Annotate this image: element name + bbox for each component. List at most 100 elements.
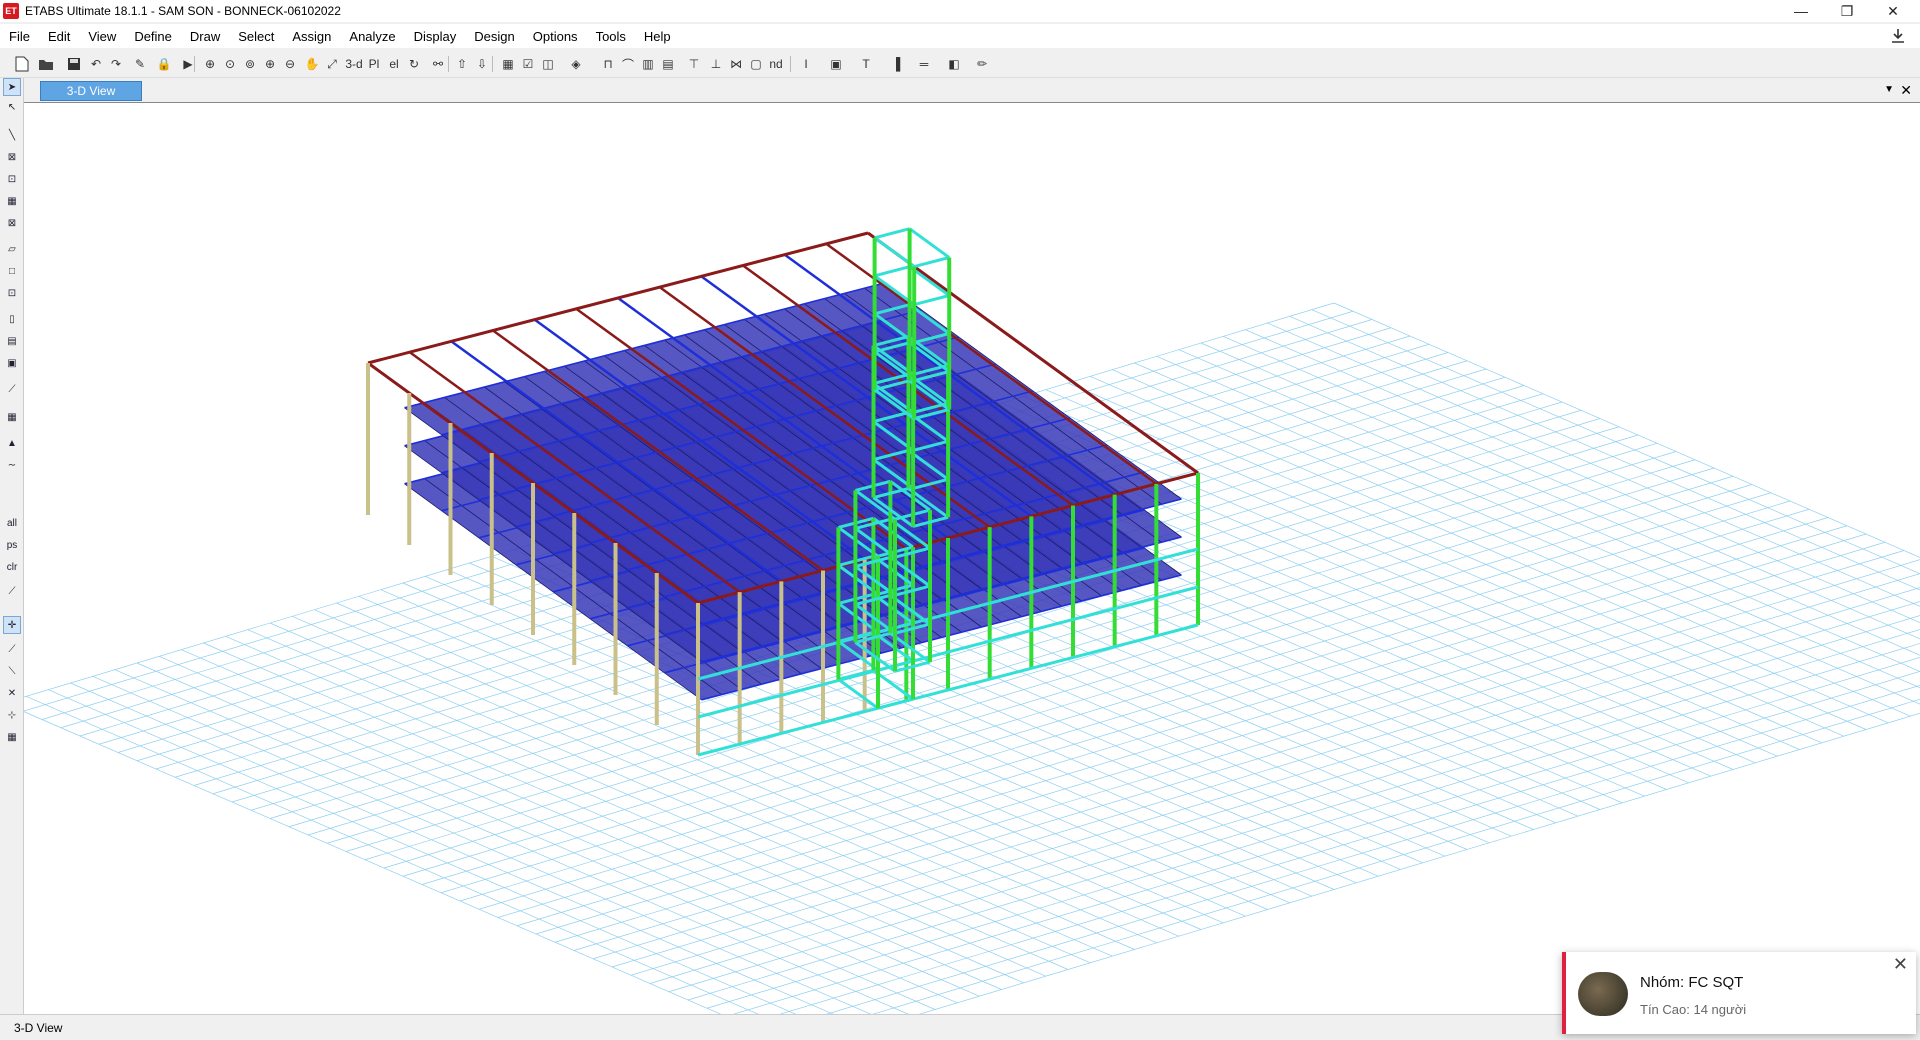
select-all-button[interactable]: all bbox=[3, 514, 21, 532]
wall-stack-icon[interactable]: ▤ bbox=[3, 332, 21, 350]
frame-icon[interactable]: ⊓ bbox=[598, 54, 618, 74]
menu-analyze[interactable]: Analyze bbox=[340, 29, 404, 44]
check-icon[interactable]: ☑ bbox=[518, 54, 538, 74]
model-viewport-3d[interactable] bbox=[24, 102, 1920, 1014]
snap-grid-icon[interactable]: ▦ bbox=[3, 728, 21, 746]
menu-select[interactable]: Select bbox=[229, 29, 283, 44]
menu-assign[interactable]: Assign bbox=[283, 29, 340, 44]
draw-area-icon[interactable]: ▱ bbox=[3, 240, 21, 258]
intersect-icon[interactable]: ⟋ bbox=[3, 582, 21, 600]
menu-draw[interactable]: Draw bbox=[181, 29, 229, 44]
joint-icon[interactable]: ⊥ bbox=[706, 54, 726, 74]
snap-intersect-icon[interactable]: ✕ bbox=[3, 684, 21, 702]
braces-icon[interactable]: ⊠ bbox=[3, 214, 21, 232]
snap-line-icon[interactable]: ⟋ bbox=[3, 640, 21, 658]
close-tab-icon[interactable]: ✕ bbox=[1900, 82, 1912, 99]
notification-toast[interactable]: Nhóm: FC SQT Tín Cao: 14 người ✕ bbox=[1562, 952, 1916, 1034]
move-up-icon[interactable]: ⇧ bbox=[452, 54, 472, 74]
menu-file[interactable]: File bbox=[0, 29, 39, 44]
menu-design[interactable]: Design bbox=[465, 29, 523, 44]
reshape-icon[interactable]: ↖ bbox=[3, 98, 21, 116]
grid-icon[interactable]: ▦ bbox=[3, 408, 21, 426]
elevation-view-button[interactable]: el bbox=[384, 54, 404, 74]
frame-forces-icon[interactable]: ⊤ bbox=[684, 54, 704, 74]
wave-icon[interactable]: ∼ bbox=[3, 456, 21, 474]
nd-button[interactable]: nd bbox=[766, 54, 786, 74]
close-window-button[interactable]: ✕ bbox=[1870, 0, 1916, 22]
rotate-icon[interactable]: ↻ bbox=[404, 54, 424, 74]
quick-draw-icon[interactable]: ⊠ bbox=[3, 148, 21, 166]
open-icon[interactable] bbox=[36, 54, 56, 74]
snap-perp-icon[interactable]: ⟍ bbox=[3, 662, 21, 680]
new-model-icon[interactable] bbox=[12, 54, 32, 74]
zoom-window-icon[interactable]: ⊕ bbox=[200, 54, 220, 74]
undo-icon[interactable]: ↶ bbox=[86, 54, 106, 74]
menu-tools[interactable]: Tools bbox=[587, 29, 635, 44]
snap-mid-icon[interactable]: ⊹ bbox=[3, 706, 21, 724]
section-cut-icon[interactable]: ▤ bbox=[658, 54, 678, 74]
shells-icon[interactable]: ▥ bbox=[638, 54, 658, 74]
secondary-beams-icon[interactable]: ▦ bbox=[3, 192, 21, 210]
tab-list-icon[interactable]: ▼ bbox=[1884, 84, 1894, 95]
pan-icon[interactable]: ✋ bbox=[302, 54, 322, 74]
opening-icon[interactable]: ▣ bbox=[3, 354, 21, 372]
tab-3d-view[interactable]: 3-D View bbox=[40, 81, 142, 101]
grid-line bbox=[1311, 309, 1920, 575]
menu-view[interactable]: View bbox=[79, 29, 125, 44]
object-shrink-icon[interactable]: ▦ bbox=[498, 54, 518, 74]
zoom-out-icon[interactable]: ⊖ bbox=[280, 54, 300, 74]
set-display-icon[interactable]: ◫ bbox=[538, 54, 558, 74]
wall-icon[interactable]: ▯ bbox=[3, 310, 21, 328]
section-cut-left-icon[interactable]: ▲ bbox=[3, 434, 21, 452]
view-3d-button[interactable]: 3-d bbox=[344, 54, 364, 74]
structure-model bbox=[24, 227, 1920, 1014]
refresh-icon[interactable]: ✎ bbox=[130, 54, 150, 74]
menu-bar: File Edit View Define Draw Select Assign… bbox=[0, 24, 1920, 48]
zoom-restore-icon[interactable]: ⊙ bbox=[220, 54, 240, 74]
download-icon[interactable] bbox=[1890, 28, 1906, 44]
draw-rect-icon[interactable]: □ bbox=[3, 262, 21, 280]
dimension-icon[interactable]: ⟋ bbox=[3, 380, 21, 398]
menu-define[interactable]: Define bbox=[125, 29, 181, 44]
menu-help[interactable]: Help bbox=[635, 29, 680, 44]
pointer-icon[interactable]: ➤ bbox=[3, 78, 21, 96]
move-down-icon[interactable]: ⇩ bbox=[472, 54, 492, 74]
previous-select-button[interactable]: ps bbox=[3, 536, 21, 554]
close-notification-icon[interactable]: ✕ bbox=[1893, 954, 1908, 975]
deformed-icon[interactable]: ⌒ bbox=[618, 54, 638, 74]
draw-line-icon[interactable]: ╲ bbox=[3, 126, 21, 144]
menu-options[interactable]: Options bbox=[524, 29, 587, 44]
snap-points-icon[interactable]: ✛ bbox=[3, 616, 21, 634]
measure-icon[interactable]: ⤢ bbox=[322, 54, 342, 74]
zoom-full-icon[interactable]: ⊚ bbox=[240, 54, 260, 74]
pencil-icon[interactable]: ✏ bbox=[972, 54, 992, 74]
menu-edit[interactable]: Edit bbox=[39, 29, 79, 44]
extrude-icon[interactable]: ◈ bbox=[566, 54, 586, 74]
draw-floor-icon[interactable]: ▣ bbox=[826, 54, 846, 74]
lock-icon[interactable]: 🔒 bbox=[154, 54, 174, 74]
draw-beam-icon[interactable]: I bbox=[796, 54, 816, 74]
plan-view-button[interactable]: Pl bbox=[364, 54, 384, 74]
main-toolbar: ↶ ↷ ✎ 🔒 ▶ ⊕ ⊙ ⊚ ⊕ ⊖ ✋ ⤢ 3-d Pl el ↻ ⚯ ⇧ … bbox=[0, 50, 1920, 78]
run-analysis-icon[interactable]: ▶ bbox=[178, 54, 198, 74]
status-text: 3-D View bbox=[14, 1020, 63, 1035]
restore-button[interactable]: ❐ bbox=[1824, 0, 1870, 22]
redo-icon[interactable]: ↷ bbox=[106, 54, 126, 74]
grid-line bbox=[1267, 322, 1920, 607]
quick-area-icon[interactable]: ⊡ bbox=[3, 284, 21, 302]
draw-column-icon[interactable]: T bbox=[856, 54, 876, 74]
draw-opening-icon[interactable]: ◧ bbox=[944, 54, 964, 74]
area-icon[interactable]: ▢ bbox=[746, 54, 766, 74]
stair-beam bbox=[874, 227, 910, 240]
link-icon[interactable]: ⋈ bbox=[726, 54, 746, 74]
menu-display[interactable]: Display bbox=[405, 29, 466, 44]
grid-line bbox=[114, 669, 909, 1014]
perspective-icon[interactable]: ⚯ bbox=[428, 54, 448, 74]
zoom-in-icon[interactable]: ⊕ bbox=[260, 54, 280, 74]
clear-select-button[interactable]: clr bbox=[3, 558, 21, 576]
draw-wall-icon[interactable]: ▐ bbox=[886, 54, 906, 74]
draw-brace-icon[interactable]: ═ bbox=[914, 54, 934, 74]
save-icon[interactable] bbox=[64, 54, 84, 74]
minimize-button[interactable]: — bbox=[1778, 0, 1824, 22]
draw-beams-icon[interactable]: ⊡ bbox=[3, 170, 21, 188]
